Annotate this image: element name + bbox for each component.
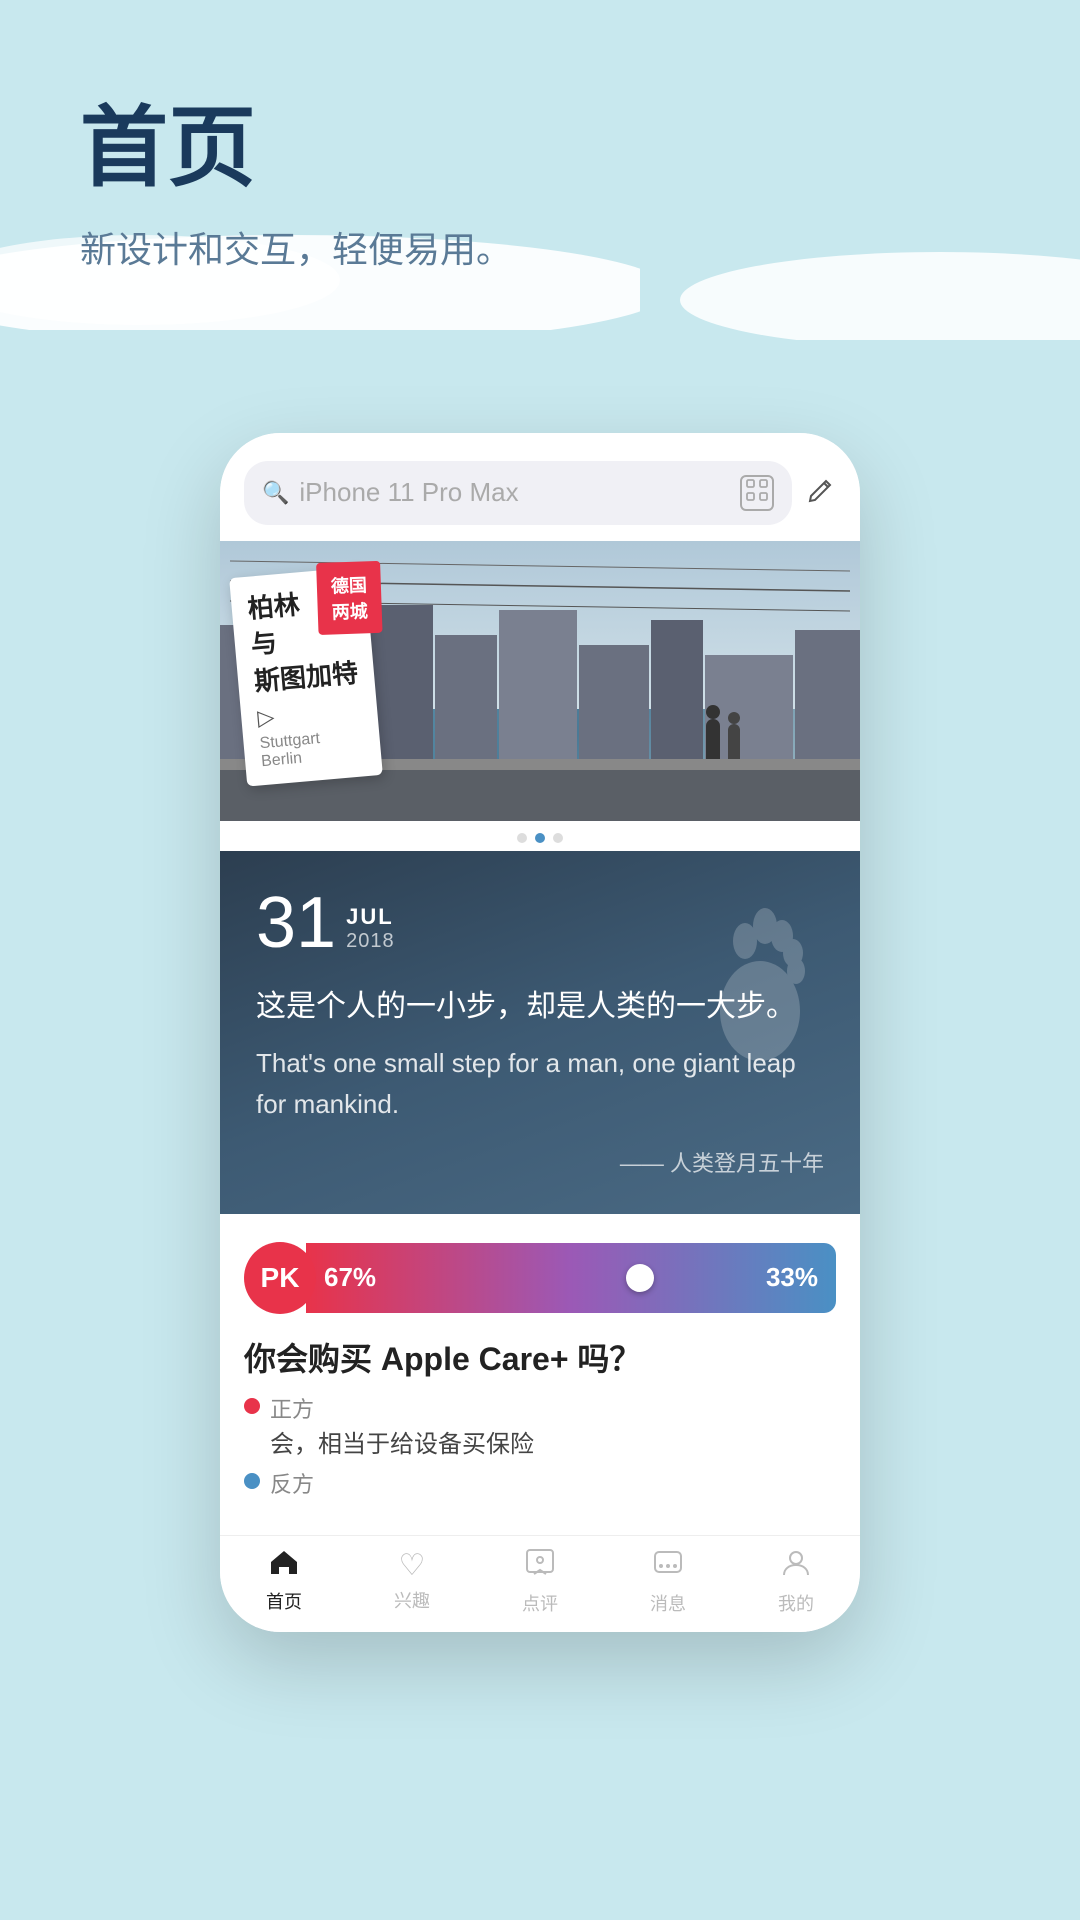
date-month: JUL [346, 904, 395, 930]
daily-quote-en: That's one small step for a man, one gia… [256, 1043, 824, 1126]
pk-option-label-con: 反方 [270, 1467, 314, 1499]
tab-item-message[interactable]: 消息 [604, 1548, 732, 1616]
banner-area[interactable]: 德国 两城 柏林与斯图加特 ▷ StuttgartBerlin [220, 541, 860, 851]
pk-bar-wrapper: 67% 33% [306, 1243, 836, 1313]
tab-item-interest[interactable]: ♡ 兴趣 [348, 1548, 476, 1616]
pk-right-percent: 33% [766, 1262, 818, 1293]
pk-badge: PK [244, 1242, 316, 1314]
pk-thumb[interactable] [626, 1264, 654, 1292]
page-title: 首页 [80, 100, 1000, 197]
interest-tab-icon: ♡ [399, 1548, 426, 1583]
pk-option-con: 反方 [244, 1467, 836, 1499]
banner-card[interactable]: 德国 两城 柏林与斯图加特 ▷ StuttgartBerlin [229, 566, 383, 786]
search-bar[interactable]: 🔍 iPhone 11 Pro Max [244, 461, 792, 525]
search-row: 🔍 iPhone 11 Pro Max [220, 433, 860, 541]
search-input[interactable]: iPhone 11 Pro Max [299, 477, 730, 508]
pk-question: 你会购买 Apple Care+ 吗？ [244, 1334, 836, 1380]
tab-label-interest: 兴趣 [394, 1587, 430, 1613]
pk-dot-blue [244, 1473, 260, 1489]
phone-wrapper: 🔍 iPhone 11 Pro Max [0, 433, 1080, 1632]
tab-label-home: 首页 [266, 1588, 302, 1614]
daily-quote-cn: 这是个人的一小步，却是人类的一大步。 [256, 983, 824, 1031]
date-row: 31 JUL 2018 [256, 887, 824, 959]
pk-option-text-pro: 会，相当于给设备买保险 [270, 1424, 534, 1459]
phone-mockup: 🔍 iPhone 11 Pro Max [220, 433, 860, 1632]
pk-header: PK 67% 33% [244, 1242, 836, 1314]
tab-label-message: 消息 [650, 1590, 686, 1616]
review-tab-icon [525, 1548, 555, 1586]
pk-option-pro: 正方 会，相当于给设备买保险 [244, 1392, 836, 1459]
dot-3[interactable] [553, 833, 563, 843]
tab-label-mine: 我的 [778, 1590, 814, 1616]
daily-card[interactable]: 31 JUL 2018 这是个人的一小步，却是人类的一大步。 That's on… [220, 851, 860, 1214]
phone-inner: 🔍 iPhone 11 Pro Max [220, 433, 860, 1632]
tab-bar: 首页 ♡ 兴趣 点评 [220, 1535, 860, 1632]
daily-source: —— 人类登月五十年 [256, 1146, 824, 1178]
edit-icon[interactable] [806, 474, 836, 512]
pk-bar: 67% 33% [306, 1243, 836, 1313]
page-subtitle: 新设计和交互，轻便易用。 [80, 221, 1000, 273]
tab-label-review: 点评 [522, 1590, 558, 1616]
date-year: 2018 [346, 930, 395, 953]
date-number: 31 [256, 887, 336, 959]
banner-card-subtitle: StuttgartBerlin [259, 726, 366, 771]
search-icon: 🔍 [262, 480, 289, 506]
tab-item-home[interactable]: 首页 [220, 1548, 348, 1616]
header-area: 首页 新设计和交互，轻便易用。 [0, 0, 1080, 273]
banner-dots [220, 821, 860, 851]
banner-image: 德国 两城 柏林与斯图加特 ▷ StuttgartBerlin [220, 541, 860, 821]
scan-icon[interactable] [740, 475, 774, 511]
pk-dot-red [244, 1398, 260, 1414]
banner-card-arrow: ▷ [256, 704, 275, 731]
pk-left-percent: 67% [324, 1262, 376, 1293]
pk-card[interactable]: PK 67% 33% 你会购买 Apple Care+ 吗？ 正方 会，相 [220, 1214, 860, 1535]
tab-item-review[interactable]: 点评 [476, 1548, 604, 1616]
home-tab-icon [269, 1548, 299, 1584]
mine-tab-icon [781, 1548, 811, 1586]
message-tab-icon [653, 1548, 683, 1586]
date-month-year: JUL 2018 [346, 904, 395, 953]
dot-1[interactable] [517, 833, 527, 843]
pk-option-label-pro: 正方 [270, 1392, 534, 1424]
tab-item-mine[interactable]: 我的 [732, 1548, 860, 1616]
dot-2[interactable] [535, 833, 545, 843]
banner-card-tag: 德国 两城 [316, 560, 382, 634]
